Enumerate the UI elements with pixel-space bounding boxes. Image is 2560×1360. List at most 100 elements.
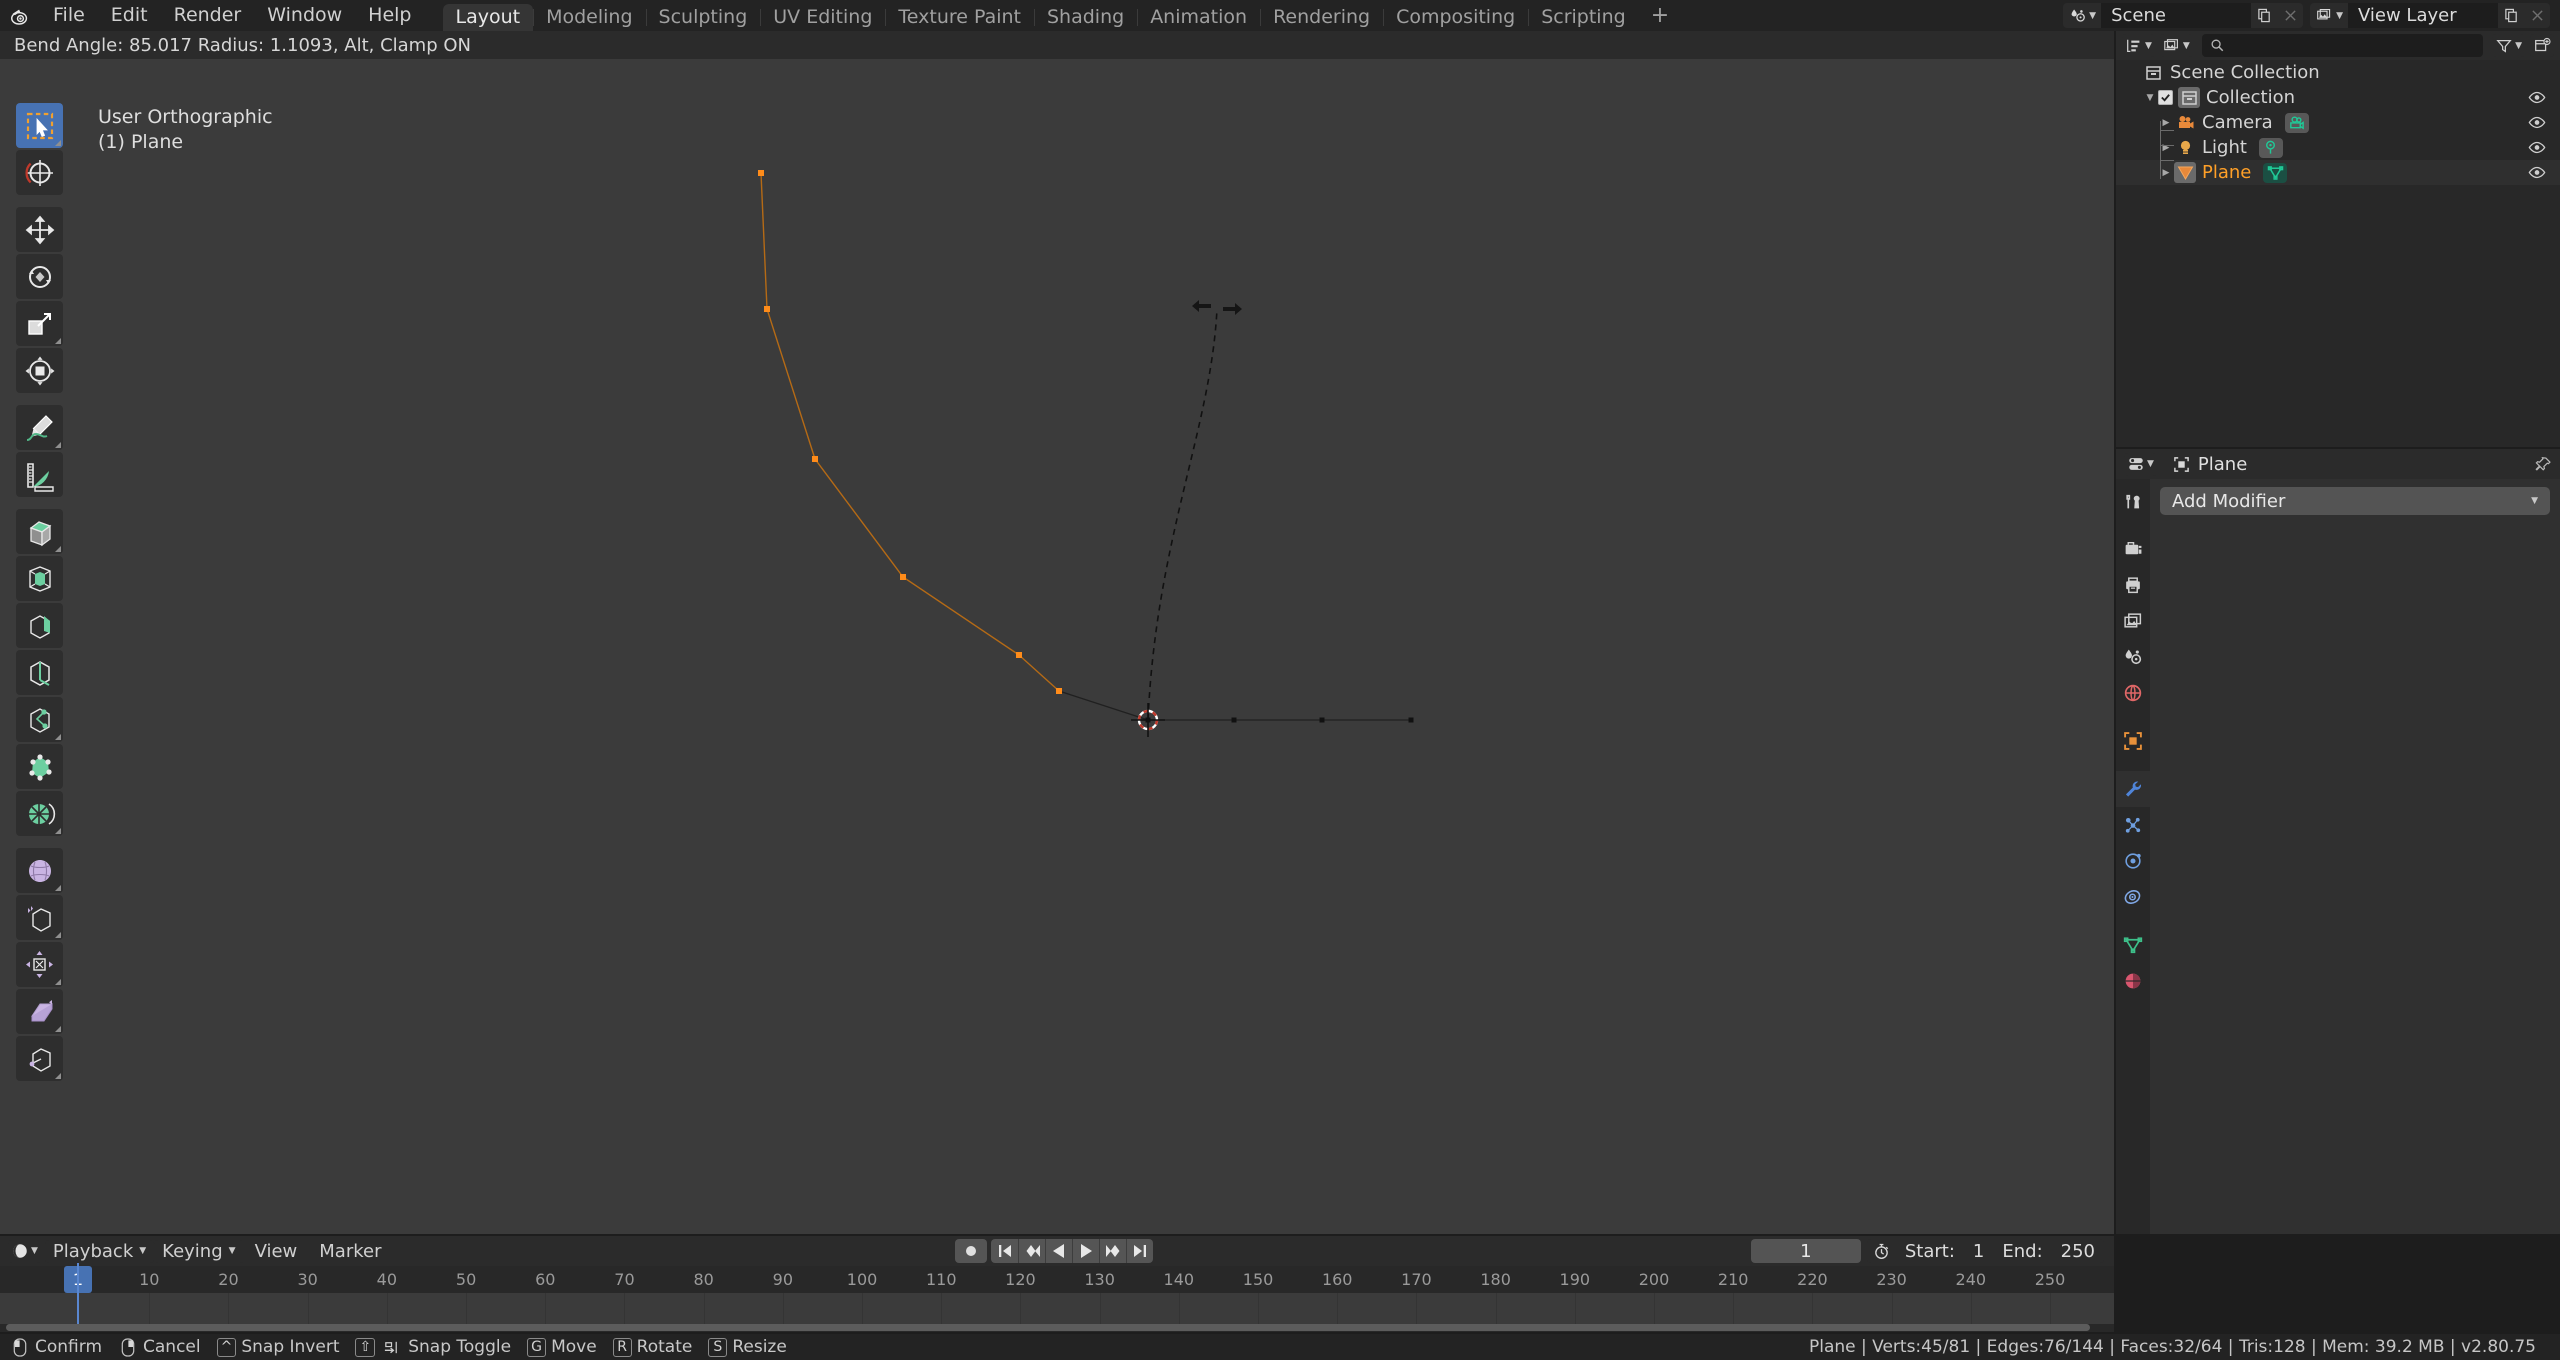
add-workspace-button[interactable]: + bbox=[1639, 4, 1681, 31]
menu-render[interactable]: Render bbox=[161, 0, 255, 31]
transform-tool[interactable] bbox=[16, 348, 63, 393]
prev-keyframe-button[interactable] bbox=[1018, 1239, 1045, 1263]
stopwatch-icon[interactable] bbox=[1867, 1243, 1896, 1260]
properties-tab-view-layer[interactable] bbox=[2116, 603, 2150, 639]
visibility-eye-icon[interactable] bbox=[2528, 114, 2546, 131]
new-collection-icon[interactable] bbox=[2530, 34, 2554, 57]
properties-tab-object[interactable] bbox=[2116, 723, 2150, 759]
tweak-select-box-tool[interactable] bbox=[16, 103, 63, 148]
shrink-fatten-tool[interactable] bbox=[16, 942, 63, 987]
properties-tab-particles[interactable] bbox=[2116, 807, 2150, 843]
outliner-filter-icon[interactable]: ▼ bbox=[2492, 34, 2525, 57]
inset-faces-tool[interactable] bbox=[16, 556, 63, 601]
view-layer-browse-icon[interactable]: ▼ bbox=[2310, 3, 2348, 28]
workspace-tab-animation[interactable]: Animation bbox=[1137, 4, 1260, 31]
visibility-eye-icon[interactable] bbox=[2528, 89, 2546, 106]
outliner-row-plane[interactable]: ▶ Plane bbox=[2116, 160, 2560, 185]
current-frame-field[interactable]: 1 bbox=[1750, 1239, 1861, 1263]
timeline-menu-playback[interactable]: Playback ▼ bbox=[44, 1239, 155, 1263]
new-view-layer-button[interactable] bbox=[2498, 3, 2524, 28]
workspace-tab-sculpting[interactable]: Sculpting bbox=[645, 4, 761, 31]
rip-region-tool[interactable] bbox=[16, 1036, 63, 1081]
outliner-display-mode-icon[interactable]: ▼ bbox=[2122, 34, 2155, 57]
start-frame-value[interactable]: 1 bbox=[1964, 1241, 1993, 1262]
properties-tab-constraints[interactable] bbox=[2116, 879, 2150, 915]
play-reverse-button[interactable] bbox=[1045, 1239, 1072, 1263]
next-keyframe-button[interactable] bbox=[1099, 1239, 1126, 1263]
properties-tab-scene[interactable] bbox=[2116, 639, 2150, 675]
poly-build-tool[interactable] bbox=[16, 744, 63, 789]
workspace-tab-uv-editing[interactable]: UV Editing bbox=[760, 4, 885, 31]
cursor-tool[interactable] bbox=[16, 150, 63, 195]
jump-to-end-button[interactable] bbox=[1126, 1239, 1153, 1263]
properties-tab-tool[interactable] bbox=[2116, 483, 2150, 519]
workspace-tab-modeling[interactable]: Modeling bbox=[533, 4, 645, 31]
menu-edit[interactable]: Edit bbox=[98, 0, 161, 31]
edge-slide-tool[interactable] bbox=[16, 895, 63, 940]
outliner-filter-id-icon[interactable]: ▼ bbox=[2159, 34, 2193, 57]
properties-tab-output[interactable] bbox=[2116, 567, 2150, 603]
scale-tool[interactable] bbox=[16, 301, 63, 346]
scene-browse-icon[interactable]: ▼ bbox=[2063, 3, 2102, 28]
outliner-row-camera[interactable]: ▶ Camera bbox=[2116, 110, 2560, 135]
light-data-icon[interactable] bbox=[2258, 137, 2283, 158]
measure-tool[interactable] bbox=[16, 452, 63, 497]
rotate-tool[interactable] bbox=[16, 254, 63, 299]
jump-to-start-button[interactable] bbox=[991, 1239, 1018, 1263]
timeline-ruler[interactable]: 10 20 30 40 50 60 70 80 90 100 110 120 130 140 150 160 1… bbox=[0, 1266, 2114, 1293]
add-modifier-button[interactable]: Add Modifier ▼ bbox=[2160, 487, 2550, 515]
timeline-track-area[interactable] bbox=[0, 1293, 2114, 1324]
pin-icon[interactable] bbox=[2535, 456, 2552, 473]
visibility-eye-icon[interactable] bbox=[2528, 139, 2546, 156]
loop-cut-tool[interactable] bbox=[16, 650, 63, 695]
remove-view-layer-button[interactable] bbox=[2524, 3, 2550, 28]
view-layer-name[interactable]: View Layer bbox=[2348, 3, 2498, 28]
timeline-menu-view[interactable]: View bbox=[244, 1240, 309, 1263]
move-tool[interactable] bbox=[16, 207, 63, 252]
menu-help[interactable]: Help bbox=[355, 0, 424, 31]
end-frame-value[interactable]: 250 bbox=[2052, 1241, 2104, 1262]
menu-window[interactable]: Window bbox=[254, 0, 355, 31]
properties-tab-object-data[interactable] bbox=[2116, 927, 2150, 963]
properties-tab-render[interactable] bbox=[2116, 531, 2150, 567]
shear-tool[interactable] bbox=[16, 989, 63, 1034]
outliner-row-scene-collection[interactable]: Scene Collection bbox=[2116, 60, 2560, 85]
workspace-tab-layout[interactable]: Layout bbox=[442, 4, 534, 31]
outliner-row-light[interactable]: ▶ Light bbox=[2116, 135, 2560, 160]
spin-tool[interactable] bbox=[16, 791, 63, 836]
frame-range-group[interactable]: Start: 1 End: 250 bbox=[1866, 1239, 2104, 1263]
collection-checkbox[interactable] bbox=[2158, 90, 2173, 105]
play-button[interactable] bbox=[1072, 1239, 1099, 1263]
smooth-tool[interactable] bbox=[16, 848, 63, 893]
workspace-tab-compositing[interactable]: Compositing bbox=[1383, 4, 1528, 31]
timeline-horizontal-scrollbar[interactable] bbox=[6, 1324, 2090, 1331]
new-scene-button[interactable] bbox=[2251, 3, 2278, 28]
mesh-data-icon[interactable] bbox=[2263, 162, 2288, 183]
menu-file[interactable]: File bbox=[40, 0, 98, 31]
outliner-search-field[interactable] bbox=[2201, 34, 2484, 57]
viewport-canvas[interactable]: User Orthographic (1) Plane bbox=[0, 59, 2114, 1234]
properties-tab-modifiers[interactable] bbox=[2116, 771, 2150, 807]
bevel-tool[interactable] bbox=[16, 603, 63, 648]
annotate-tool[interactable] bbox=[16, 405, 63, 450]
timeline-editor-type-icon[interactable]: ▼ bbox=[8, 1239, 41, 1263]
scene-selector[interactable]: ▼ Scene bbox=[2063, 3, 2304, 28]
record-button[interactable] bbox=[955, 1239, 987, 1263]
view-layer-selector[interactable]: ▼ View Layer bbox=[2310, 3, 2550, 28]
workspace-tab-texture-paint[interactable]: Texture Paint bbox=[885, 4, 1034, 31]
camera-data-icon[interactable] bbox=[2284, 112, 2309, 133]
knife-tool[interactable] bbox=[16, 697, 63, 742]
timeline-menu-keying[interactable]: Keying ▼ bbox=[154, 1239, 244, 1263]
properties-editor-type-icon[interactable]: ▼ bbox=[2124, 452, 2157, 476]
properties-tab-material[interactable] bbox=[2116, 963, 2150, 999]
timeline-menu-marker[interactable]: Marker bbox=[308, 1240, 392, 1263]
outliner-row-collection[interactable]: ▼ Collection bbox=[2116, 85, 2560, 110]
workspace-tab-rendering[interactable]: Rendering bbox=[1260, 4, 1383, 31]
blender-logo-icon[interactable] bbox=[0, 0, 40, 31]
scene-name[interactable]: Scene bbox=[2101, 3, 2252, 28]
unlink-scene-button[interactable] bbox=[2277, 3, 2304, 28]
workspace-tab-scripting[interactable]: Scripting bbox=[1528, 4, 1639, 31]
extrude-region-tool[interactable] bbox=[16, 509, 63, 554]
disclosure-triangle-icon[interactable]: ▼ bbox=[2142, 93, 2158, 103]
properties-tab-physics[interactable] bbox=[2116, 843, 2150, 879]
